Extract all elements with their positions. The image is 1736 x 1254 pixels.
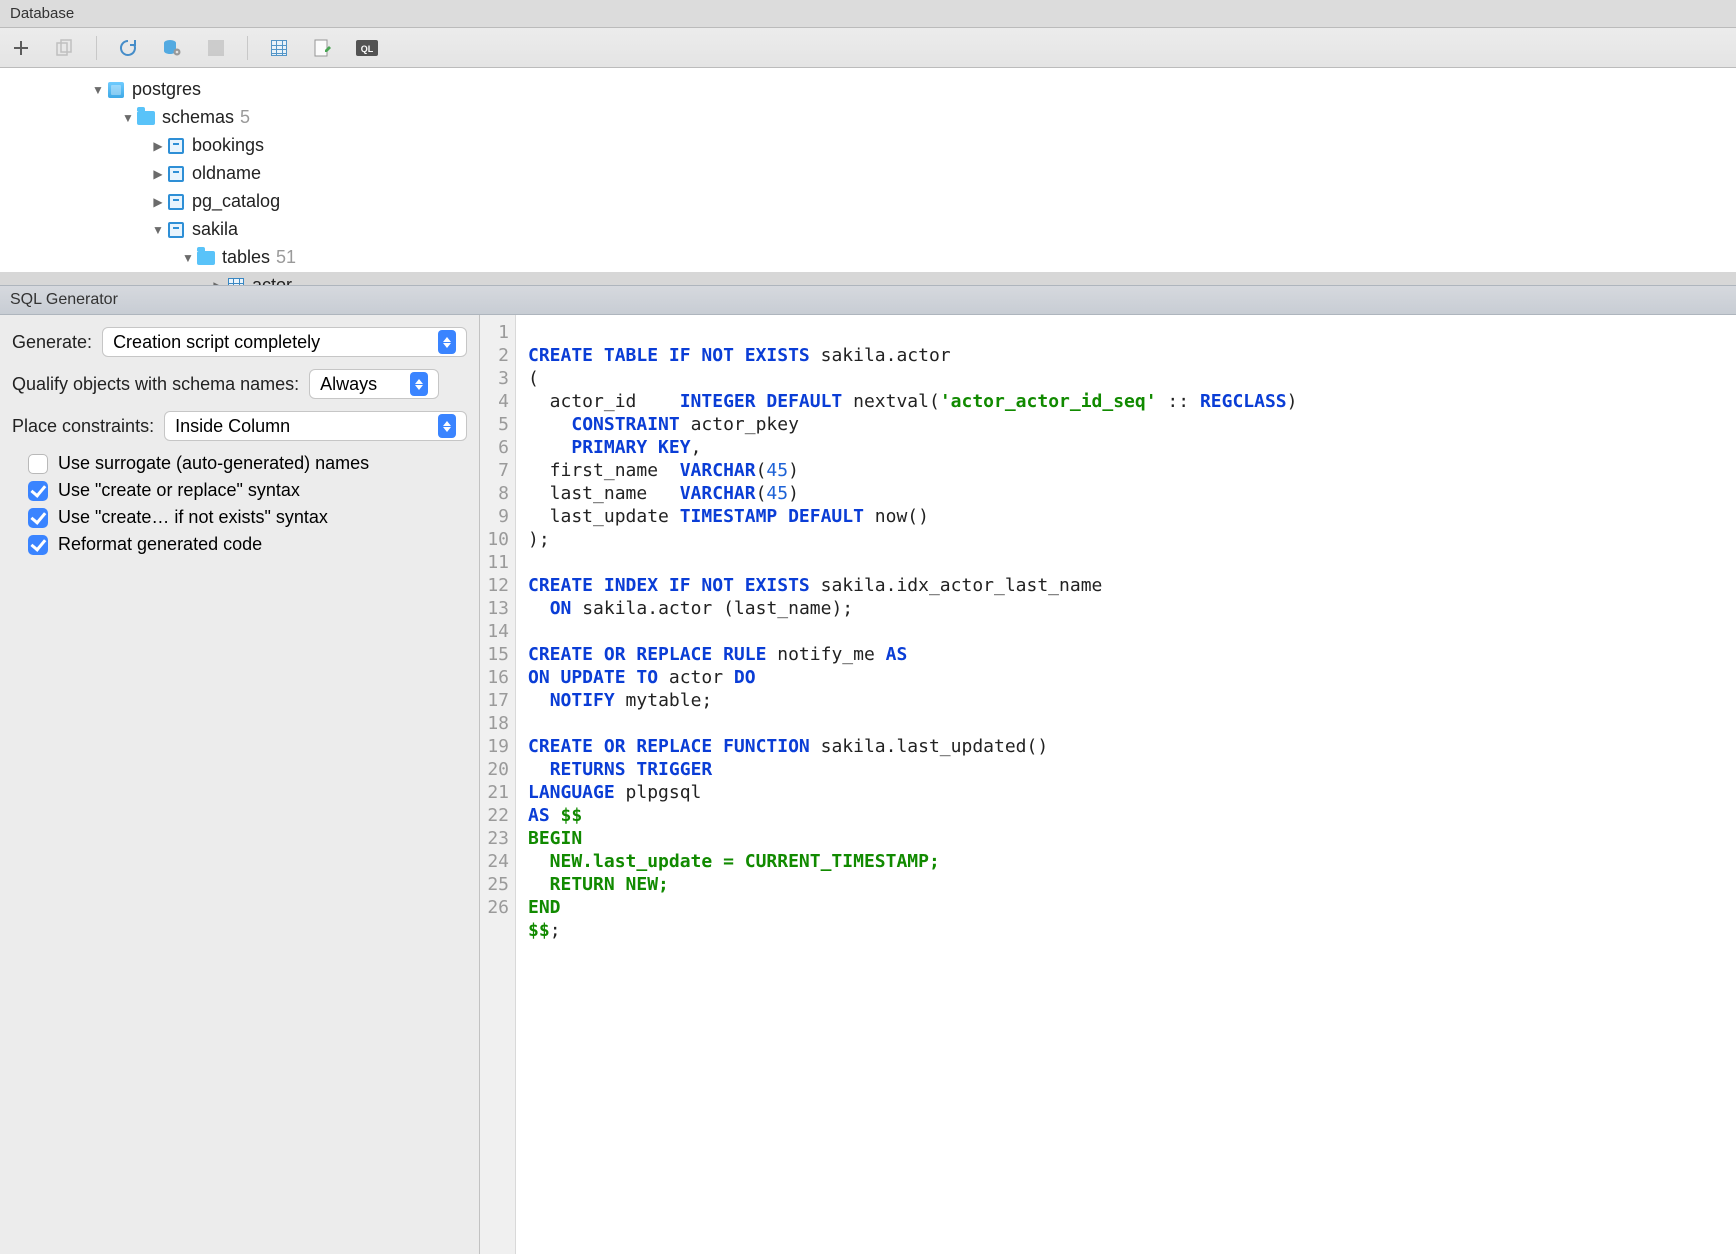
folder-icon <box>196 250 216 266</box>
schema-icon <box>166 194 186 210</box>
tree-label: bookings <box>192 132 264 160</box>
line-number-gutter: 1 2 3 4 5 6 7 8 9 10 11 12 13 14 15 16 1… <box>480 315 516 1254</box>
chevron-down-icon[interactable] <box>150 221 166 240</box>
tree-node-oldname[interactable]: oldname <box>0 160 1736 188</box>
sql-preview: 1 2 3 4 5 6 7 8 9 10 11 12 13 14 15 16 1… <box>480 315 1736 1254</box>
checkbox-label: Use "create or replace" syntax <box>58 480 300 501</box>
qualify-select[interactable]: Always <box>309 369 439 399</box>
generate-select[interactable]: Creation script completely <box>102 327 467 357</box>
checkbox-label: Reformat generated code <box>58 534 262 555</box>
tree-label: actor <box>252 272 292 285</box>
qualify-label: Qualify objects with schema names: <box>12 374 299 395</box>
sql-code[interactable]: CREATE TABLE IF NOT EXISTS sakila.actor … <box>516 315 1736 1254</box>
tree-node-pgcatalog[interactable]: pg_catalog <box>0 188 1736 216</box>
chevron-down-icon[interactable] <box>180 249 196 268</box>
chevron-right-icon[interactable] <box>150 193 166 212</box>
schema-icon <box>166 138 186 154</box>
stepper-icon <box>410 372 428 396</box>
chevron-down-icon[interactable] <box>90 81 106 100</box>
checkbox-label: Use surrogate (auto-generated) names <box>58 453 369 474</box>
svg-text:QL: QL <box>361 44 374 54</box>
table-icon <box>226 278 246 285</box>
chevron-right-icon[interactable] <box>150 165 166 184</box>
place-constraints-select[interactable]: Inside Column <box>164 411 467 441</box>
refresh-button[interactable] <box>115 35 141 61</box>
table-view-button[interactable] <box>266 35 292 61</box>
open-console-button[interactable]: QL <box>354 35 380 61</box>
tree-node-actor[interactable]: actor <box>0 272 1736 285</box>
select-value: Creation script completely <box>113 332 320 353</box>
edit-source-button[interactable] <box>310 35 336 61</box>
tree-node-sakila[interactable]: sakila <box>0 216 1736 244</box>
tree-count: 51 <box>276 244 296 272</box>
database-title: Database <box>10 5 74 22</box>
stop-button[interactable] <box>203 35 229 61</box>
tree-node-schemas[interactable]: schemas 5 <box>0 104 1736 132</box>
tree-count: 5 <box>240 104 250 132</box>
database-panel-header: Database <box>0 0 1736 28</box>
sql-generator-options: Generate: Creation script completely Qua… <box>0 315 480 1254</box>
generate-label: Generate: <box>12 332 92 353</box>
folder-icon <box>136 110 156 126</box>
place-constraints-label: Place constraints: <box>12 416 154 437</box>
select-value: Always <box>320 374 377 395</box>
checkbox-label: Use "create… if not exists" syntax <box>58 507 328 528</box>
datasource-properties-button[interactable] <box>159 35 185 61</box>
surrogate-names-checkbox[interactable] <box>28 454 48 474</box>
sql-generator-header: SQL Generator <box>0 285 1736 315</box>
tree-label: tables <box>222 244 270 272</box>
sql-generator-title: SQL Generator <box>10 291 118 309</box>
stepper-icon <box>438 414 456 438</box>
tree-label: oldname <box>192 160 261 188</box>
database-toolbar: QL <box>0 28 1736 68</box>
duplicate-icon[interactable] <box>52 35 78 61</box>
chevron-right-icon[interactable] <box>150 137 166 156</box>
tree-node-tables[interactable]: tables 51 <box>0 244 1736 272</box>
tree-label: schemas <box>162 104 234 132</box>
select-value: Inside Column <box>175 416 290 437</box>
database-icon <box>106 82 126 98</box>
schema-icon <box>166 166 186 182</box>
if-not-exists-checkbox[interactable] <box>28 508 48 528</box>
new-datasource-button[interactable] <box>8 35 34 61</box>
schema-icon <box>166 222 186 238</box>
chevron-down-icon[interactable] <box>120 109 136 128</box>
tree-label: pg_catalog <box>192 188 280 216</box>
tree-label: sakila <box>192 216 238 244</box>
tree-label: postgres <box>132 76 201 104</box>
database-tree[interactable]: postgres schemas 5 bookings oldname pg_c… <box>0 68 1736 285</box>
stepper-icon <box>438 330 456 354</box>
reformat-code-checkbox[interactable] <box>28 535 48 555</box>
create-or-replace-checkbox[interactable] <box>28 481 48 501</box>
chevron-right-icon[interactable] <box>210 277 226 285</box>
tree-node-postgres[interactable]: postgres <box>0 76 1736 104</box>
tree-node-bookings[interactable]: bookings <box>0 132 1736 160</box>
